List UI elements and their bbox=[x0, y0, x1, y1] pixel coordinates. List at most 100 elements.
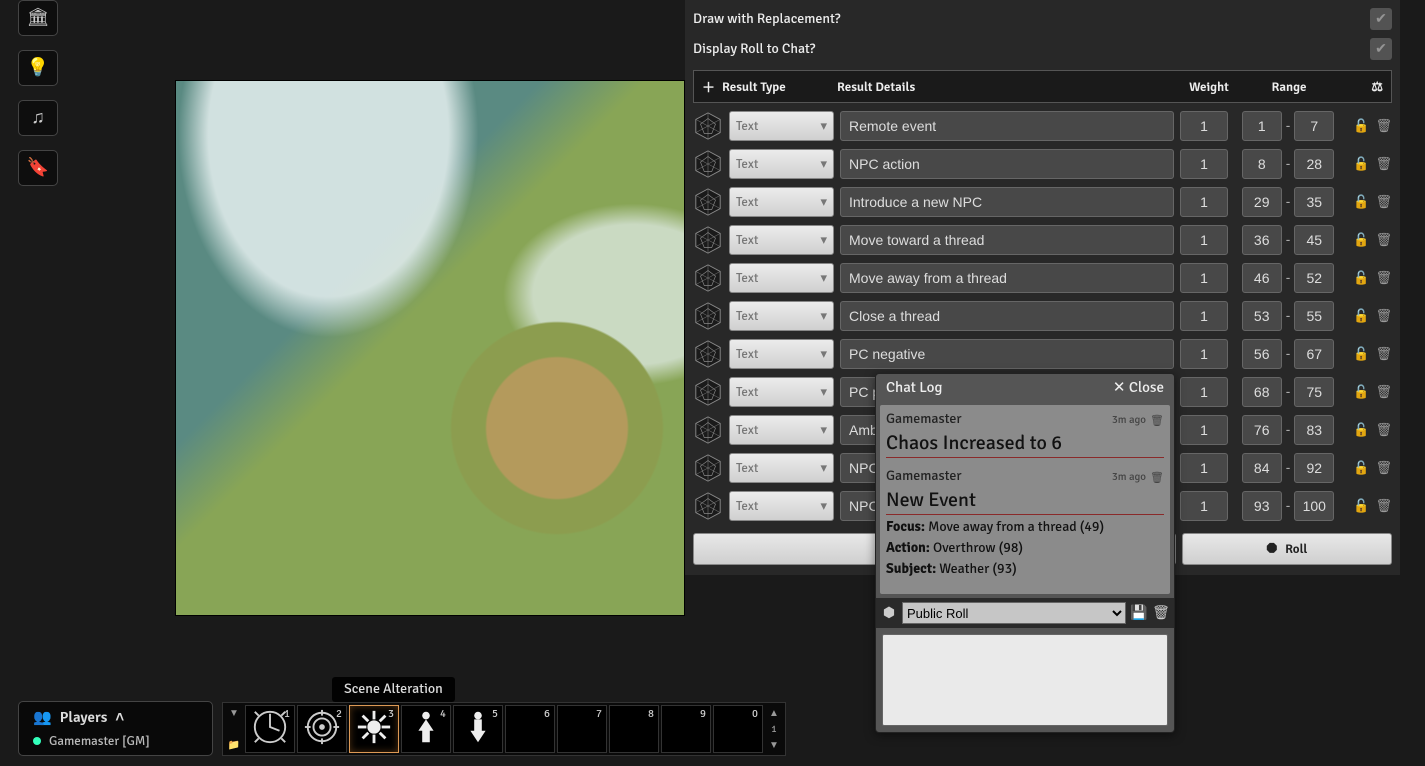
range-high-input[interactable] bbox=[1294, 187, 1334, 217]
trash-icon[interactable]: 🗑 bbox=[1375, 460, 1392, 476]
weight-input[interactable] bbox=[1180, 301, 1228, 331]
result-details-input[interactable] bbox=[840, 263, 1174, 293]
result-details-input[interactable] bbox=[840, 339, 1174, 369]
d20-icon[interactable]: ⬢ bbox=[880, 604, 898, 622]
trash-icon[interactable]: 🗑 bbox=[1375, 346, 1392, 362]
result-details-input[interactable] bbox=[840, 187, 1174, 217]
lock-icon[interactable]: 🔓 bbox=[1353, 346, 1369, 362]
page-down-icon[interactable]: ▼ bbox=[769, 739, 779, 751]
roll-button[interactable]: ⯃ Roll bbox=[1182, 533, 1392, 565]
opt-replacement-check[interactable]: ✔ bbox=[1370, 8, 1392, 30]
d20-icon[interactable] bbox=[693, 339, 723, 369]
lock-icon[interactable]: 🔓 bbox=[1353, 498, 1369, 514]
range-high-input[interactable] bbox=[1294, 491, 1334, 521]
weight-input[interactable] bbox=[1180, 377, 1228, 407]
d20-icon[interactable] bbox=[693, 263, 723, 293]
range-high-input[interactable] bbox=[1294, 453, 1334, 483]
trash-icon[interactable]: 🗑 bbox=[1375, 498, 1392, 514]
weight-input[interactable] bbox=[1180, 225, 1228, 255]
range-low-input[interactable] bbox=[1242, 149, 1282, 179]
range-high-input[interactable] bbox=[1294, 339, 1334, 369]
result-details-input[interactable] bbox=[840, 149, 1174, 179]
bank-icon[interactable]: 🏛 bbox=[18, 0, 58, 36]
range-low-input[interactable] bbox=[1242, 415, 1282, 445]
trash-icon[interactable]: 🗑 bbox=[1375, 308, 1392, 324]
result-details-input[interactable] bbox=[840, 111, 1174, 141]
range-low-input[interactable] bbox=[1242, 301, 1282, 331]
folder-icon[interactable]: 📁 bbox=[228, 739, 240, 751]
hotbar-slot-3[interactable]: 3 bbox=[349, 705, 399, 753]
range-high-input[interactable] bbox=[1294, 415, 1334, 445]
d20-icon[interactable] bbox=[693, 301, 723, 331]
d20-icon[interactable] bbox=[693, 225, 723, 255]
result-details-input[interactable] bbox=[840, 301, 1174, 331]
weight-input[interactable] bbox=[1180, 415, 1228, 445]
lock-icon[interactable]: 🔓 bbox=[1353, 270, 1369, 286]
lock-icon[interactable]: 🔓 bbox=[1353, 156, 1369, 172]
player-row[interactable]: Gamemaster [GM] bbox=[33, 733, 198, 749]
hotbar-slot-4[interactable]: 4 bbox=[401, 705, 451, 753]
lock-icon[interactable]: 🔓 bbox=[1353, 460, 1369, 476]
result-type-select[interactable]: Text▾ bbox=[729, 415, 834, 445]
range-high-input[interactable] bbox=[1294, 149, 1334, 179]
d20-icon[interactable] bbox=[693, 453, 723, 483]
lock-icon[interactable]: 🔓 bbox=[1353, 232, 1369, 248]
range-high-input[interactable] bbox=[1294, 225, 1334, 255]
weight-input[interactable] bbox=[1180, 453, 1228, 483]
lock-icon[interactable]: 🔓 bbox=[1353, 118, 1369, 134]
page-up-icon[interactable]: ▲ bbox=[769, 707, 779, 719]
hotbar-slot-0[interactable]: 0 bbox=[713, 705, 763, 753]
chevron-down-icon[interactable]: ▼ bbox=[229, 707, 239, 719]
range-low-input[interactable] bbox=[1242, 111, 1282, 141]
hotbar-slot-1[interactable]: 1 bbox=[245, 705, 295, 753]
range-high-input[interactable] bbox=[1294, 111, 1334, 141]
hotbar-slot-9[interactable]: 9 bbox=[661, 705, 711, 753]
hotbar-slot-8[interactable]: 8 bbox=[609, 705, 659, 753]
result-type-select[interactable]: Text▾ bbox=[729, 377, 834, 407]
music-icon[interactable]: ♫ bbox=[18, 100, 58, 136]
save-icon[interactable]: 💾 bbox=[1130, 604, 1148, 622]
range-low-input[interactable] bbox=[1242, 491, 1282, 521]
result-type-select[interactable]: Text▾ bbox=[729, 263, 834, 293]
hotbar-slot-2[interactable]: 2 bbox=[297, 705, 347, 753]
trash-icon[interactable]: 🗑 bbox=[1375, 422, 1392, 438]
d20-icon[interactable] bbox=[693, 415, 723, 445]
d20-icon[interactable] bbox=[693, 491, 723, 521]
d20-icon[interactable] bbox=[693, 149, 723, 179]
trash-icon[interactable]: 🗑 bbox=[1375, 270, 1392, 286]
weight-input[interactable] bbox=[1180, 149, 1228, 179]
d20-icon[interactable] bbox=[693, 377, 723, 407]
range-high-input[interactable] bbox=[1294, 377, 1334, 407]
chat-close[interactable]: ✕ Close bbox=[1113, 378, 1164, 397]
roll-mode-select[interactable]: Public Roll bbox=[902, 602, 1126, 624]
range-low-input[interactable] bbox=[1242, 339, 1282, 369]
scene-map[interactable] bbox=[175, 80, 685, 616]
trash-icon[interactable]: 🗑 bbox=[1150, 471, 1164, 485]
range-low-input[interactable] bbox=[1242, 225, 1282, 255]
trash-icon[interactable]: 🗑 bbox=[1150, 414, 1164, 428]
chat-log-window[interactable]: Chat Log ✕ Close Gamemaster3m ago🗑Chaos … bbox=[875, 373, 1175, 733]
weight-input[interactable] bbox=[1180, 339, 1228, 369]
result-type-select[interactable]: Text▾ bbox=[729, 187, 834, 217]
weight-input[interactable] bbox=[1180, 263, 1228, 293]
lightbulb-icon[interactable]: 💡 bbox=[18, 50, 58, 86]
players-header[interactable]: 👥 Players ˄ bbox=[33, 708, 198, 727]
d20-icon[interactable] bbox=[693, 187, 723, 217]
weight-input[interactable] bbox=[1180, 187, 1228, 217]
trash-icon[interactable]: 🗑 bbox=[1152, 604, 1170, 622]
result-type-select[interactable]: Text▾ bbox=[729, 339, 834, 369]
bookmark-icon[interactable]: 🔖 bbox=[18, 150, 58, 186]
weight-input[interactable] bbox=[1180, 491, 1228, 521]
trash-icon[interactable]: 🗑 bbox=[1375, 232, 1392, 248]
hotbar-slot-5[interactable]: 5 bbox=[453, 705, 503, 753]
weight-input[interactable] bbox=[1180, 111, 1228, 141]
lock-icon[interactable]: 🔓 bbox=[1353, 308, 1369, 324]
hotbar-slot-7[interactable]: 7 bbox=[557, 705, 607, 753]
opt-display-check[interactable]: ✔ bbox=[1370, 38, 1392, 60]
result-type-select[interactable]: Text▾ bbox=[729, 453, 834, 483]
chat-input[interactable] bbox=[882, 634, 1168, 726]
range-high-input[interactable] bbox=[1294, 263, 1334, 293]
range-high-input[interactable] bbox=[1294, 301, 1334, 331]
lock-icon[interactable]: 🔓 bbox=[1353, 384, 1369, 400]
trash-icon[interactable]: 🗑 bbox=[1375, 118, 1392, 134]
